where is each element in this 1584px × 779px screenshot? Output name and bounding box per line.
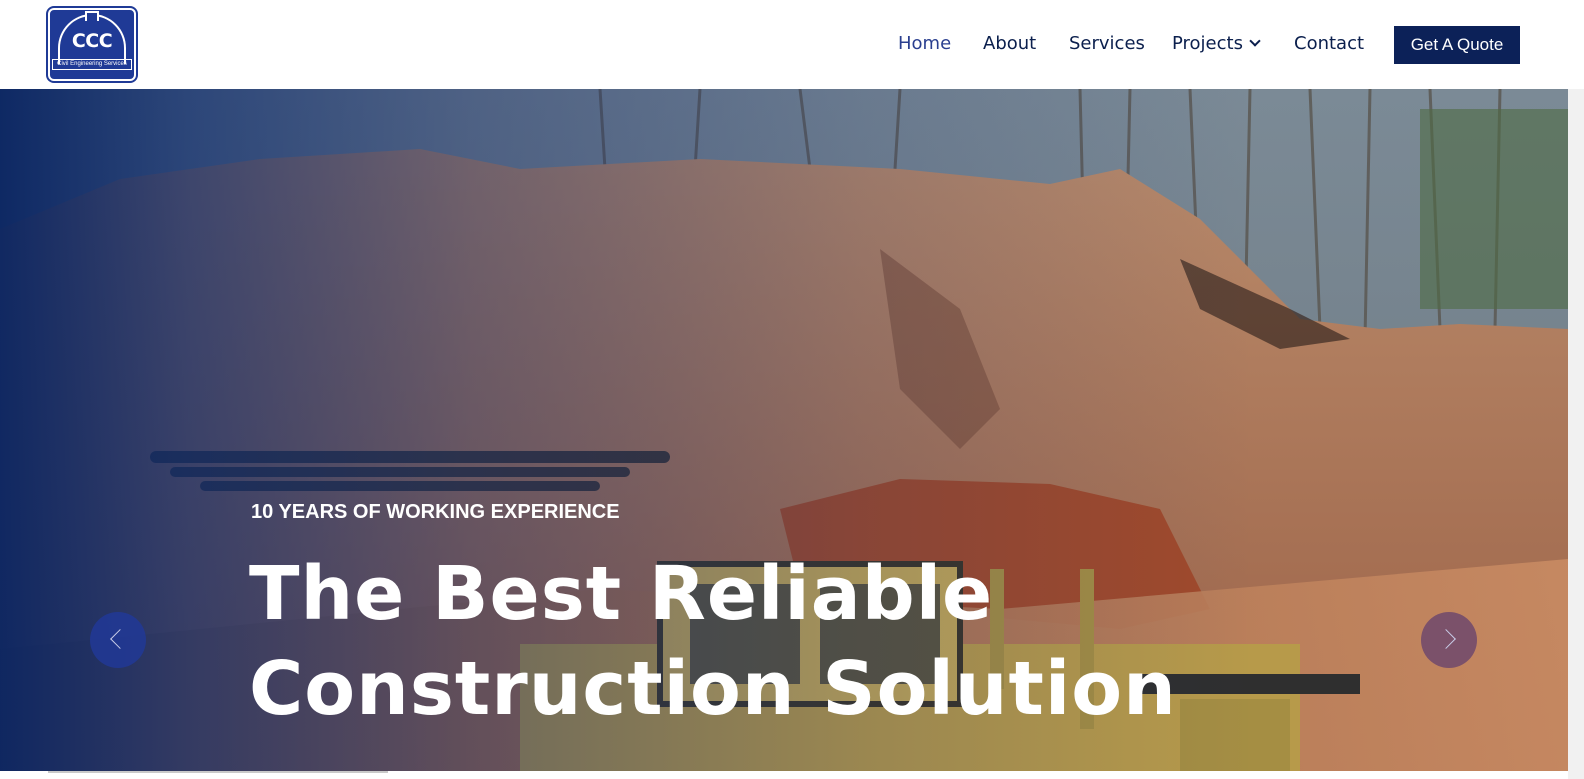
- get-a-quote-button[interactable]: Get A Quote: [1394, 26, 1520, 64]
- hero-headline-line-2: Construction Solution: [249, 646, 1177, 732]
- nav-about[interactable]: About: [983, 31, 1036, 57]
- slider-next-button[interactable]: [1421, 612, 1477, 668]
- nav-projects[interactable]: Projects: [1172, 31, 1261, 57]
- nav-projects-label: Projects: [1172, 33, 1243, 54]
- slider-prev-button[interactable]: [90, 612, 146, 668]
- chevron-left-icon: [110, 629, 130, 649]
- nav-contact[interactable]: Contact: [1294, 31, 1364, 57]
- section-divider: [48, 771, 388, 773]
- chevron-down-icon: [1249, 35, 1261, 47]
- nav-home[interactable]: Home: [898, 31, 951, 57]
- hero-slider: 10 YEARS OF WORKING EXPERIENCE The Best …: [0, 89, 1568, 771]
- site-header: CCC Civil Engineering Services Home Abou…: [0, 0, 1584, 89]
- nav-services[interactable]: Services: [1069, 31, 1145, 57]
- hero-eyebrow: 10 YEARS OF WORKING EXPERIENCE: [251, 501, 620, 523]
- hero-headline-line-1: The Best Reliable: [249, 551, 994, 637]
- main-nav: Home About Services Projects Contact: [0, 0, 1584, 89]
- hero-headline: The Best Reliable Construction Solution: [249, 547, 1249, 737]
- page-scrollbar[interactable]: [1568, 89, 1584, 779]
- chevron-right-icon: [1436, 629, 1456, 649]
